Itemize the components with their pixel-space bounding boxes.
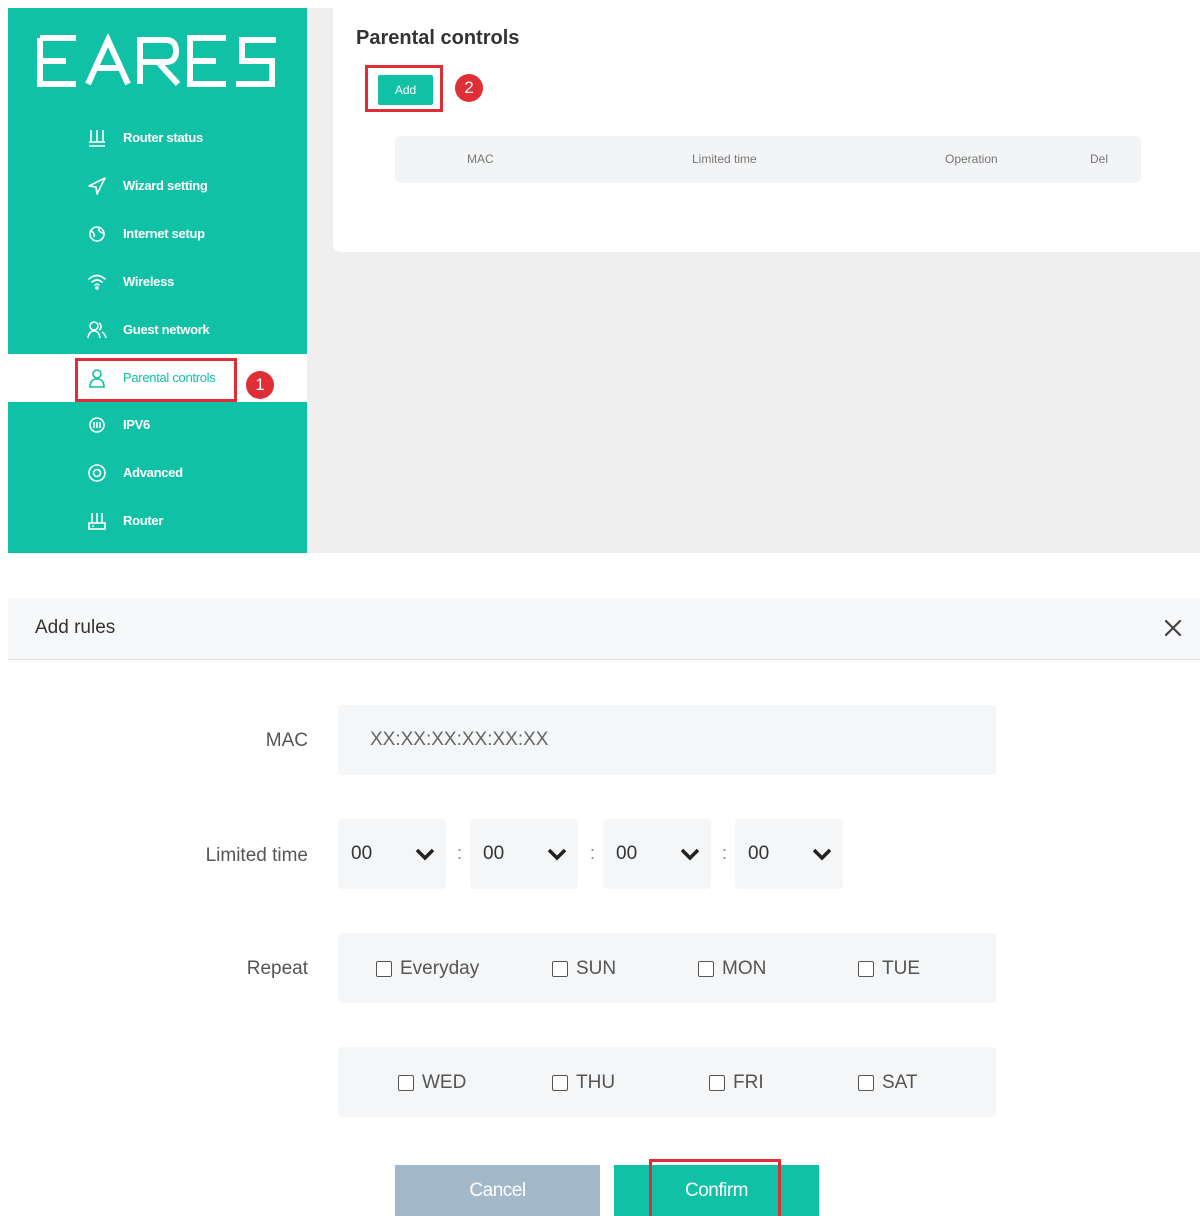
target-icon [88,464,106,482]
checkbox-label: Everyday [400,958,480,979]
checkbox-tue[interactable]: TUE [858,958,920,980]
checkbox-label: MON [722,958,767,979]
checkbox-label: THU [576,1072,616,1093]
select-value: 00 [748,843,770,864]
checkbox-label: FRI [733,1072,764,1093]
table-header: MAC Limited time Operation Del [395,136,1141,183]
time-separator: : [590,843,596,863]
checkbox-sun[interactable]: SUN [552,958,616,980]
column-header-mac: MAC [467,152,494,166]
cancel-button[interactable]: Cancel [395,1165,600,1216]
sidebar-item-router[interactable]: Router [8,497,307,545]
step-badge: 1 [246,371,274,399]
checkbox-box[interactable] [858,961,874,977]
checkbox-label: WED [422,1072,467,1093]
brand-logo [37,34,276,87]
select-value: 00 [351,843,373,864]
sidebar-item-wireless[interactable]: Wireless [8,258,307,306]
chevron-down-icon [547,848,567,861]
select-value: 00 [616,843,638,864]
checkbox-box[interactable] [376,961,392,977]
checkbox-everyday[interactable]: Everyday [376,958,479,980]
close-icon[interactable] [1160,615,1186,641]
mac-label: MAC [265,730,308,751]
globe-icon [89,226,105,242]
dialog-title: Add rules [35,617,116,638]
checkbox-box[interactable] [398,1075,414,1091]
start-minute-select[interactable]: 00 [470,819,578,889]
checkbox-box[interactable] [709,1075,725,1091]
mac-input[interactable] [338,705,996,775]
sidebar-item-ipv6[interactable]: IPV6 [8,401,307,449]
chevron-down-icon [415,848,435,861]
users-icon [87,321,107,339]
sidebar-item-label: Wizard setting [123,178,208,193]
column-header-operation: Operation [945,152,998,166]
checkbox-box[interactable] [858,1075,874,1091]
checkbox-label: TUE [882,958,920,979]
page-title: Parental controls [356,27,520,49]
sidebar-item-router-status[interactable]: Router status [8,114,307,162]
repeat-label: Repeat [246,958,308,979]
checkbox-wed[interactable]: WED [398,1072,466,1094]
start-hour-select[interactable]: 00 [338,819,446,889]
sidebar-item-guest-network[interactable]: Guest network [8,306,307,354]
column-header-limited-time: Limited time [692,152,757,166]
checkbox-box[interactable] [552,961,568,977]
time-separator: : [722,843,728,863]
sidebar-item-label: Router [123,513,164,528]
sidebar-item-label: IPV6 [123,417,150,432]
checkbox-label: SAT [882,1072,918,1093]
select-value: 00 [483,843,505,864]
sidebar-item-wizard-setting[interactable]: Wizard setting [8,162,307,210]
checkbox-mon[interactable]: MON [698,958,766,980]
router-admin-panel: Router status Wizard setting Internet se… [8,8,1200,553]
checkbox-box[interactable] [698,961,714,977]
sidebar-item-label: Advanced [123,465,183,480]
router-icon [88,513,106,530]
sidebar-item-advanced[interactable]: Advanced [8,449,307,497]
send-icon [88,177,106,195]
checkbox-label: SUN [576,958,617,979]
end-hour-select[interactable]: 00 [603,819,711,889]
sidebar-item-label: Internet setup [123,226,205,241]
highlight-box [365,65,443,112]
limited-time-label: Limited time [205,845,308,866]
column-header-del: Del [1090,152,1109,166]
highlight-box [75,358,237,402]
chevron-down-icon [812,848,832,861]
ipv6-icon [89,417,105,433]
time-separator: : [457,843,463,863]
checkbox-fri[interactable]: FRI [709,1072,764,1094]
dialog-header: Add rules [8,598,1200,660]
router-icon [89,130,105,147]
sidebar-item-internet-setup[interactable]: Internet setup [8,210,307,258]
sidebar-item-label: Guest network [123,322,210,337]
end-minute-select[interactable]: 00 [735,819,843,889]
step-badge: 2 [455,74,483,102]
highlight-box [649,1159,781,1216]
sidebar-item-label: Wireless [123,274,174,289]
chevron-down-icon [680,848,700,861]
sidebar-item-label: Router status [123,130,203,145]
sidebar: Router status Wizard setting Internet se… [8,8,307,553]
wifi-icon [88,274,106,290]
checkbox-box[interactable] [552,1075,568,1091]
checkbox-sat[interactable]: SAT [858,1072,918,1094]
main-content: Parental controls Add MAC Limited time O… [333,8,1200,252]
checkbox-thu[interactable]: THU [552,1072,615,1094]
